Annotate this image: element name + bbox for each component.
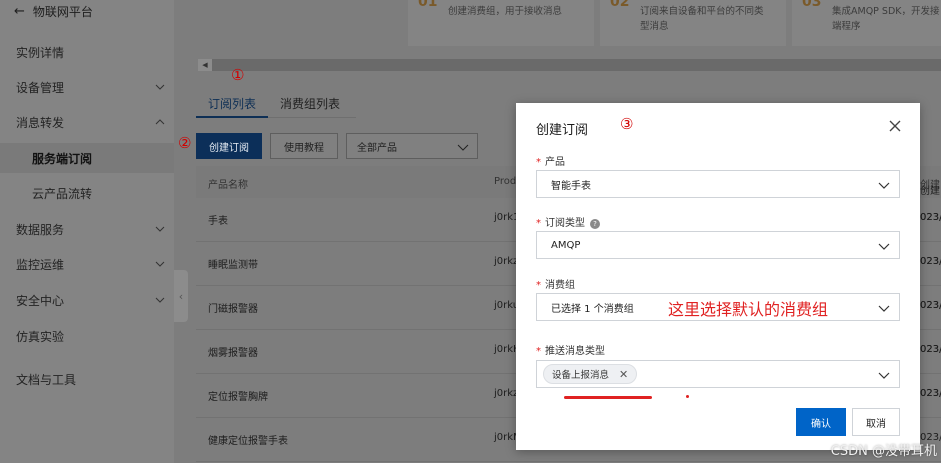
sidebar-item-label: 服务端订阅 — [32, 151, 93, 166]
step-card: 02 订阅来自设备和平台的不同类 型消息 — [600, 0, 786, 46]
chevron-down-icon — [878, 243, 890, 250]
close-icon[interactable] — [888, 119, 902, 133]
subscription-type-value: AMQP — [551, 239, 581, 251]
sidebar-item-label: 消息转发 — [16, 115, 65, 130]
sidebar-item-label: 实例详情 — [16, 45, 65, 60]
sidebar-item-label: 云产品流转 — [32, 186, 93, 201]
watermark: CSDN @没带耳机 — [830, 444, 937, 459]
chevron-down-icon — [457, 144, 469, 151]
tab-bar: 订阅列表 消费组列表 — [196, 92, 356, 118]
column-header-product-name: 产品名称 — [208, 180, 248, 191]
product-key: j0rkz — [494, 388, 519, 399]
table-edge-cell: 023/ — [920, 300, 941, 311]
table-edge-cell: 023/ — [920, 344, 941, 355]
step-card-number: 03 — [802, 0, 822, 10]
sidebar-item-label: 仿真实验 — [16, 329, 65, 344]
step-card: 01 创建消费组，用于接收消息 — [408, 0, 594, 46]
step-card-number: 02 — [610, 0, 630, 10]
product-name: 门磁报警器 — [208, 304, 258, 315]
annotation-step-3: ③ — [620, 115, 634, 133]
consumer-group-label: * 消费组 — [536, 280, 575, 291]
tag-remove-icon[interactable]: ✕ — [619, 368, 628, 381]
step-card: 03 集成AMQP SDK，开发接 端程序 — [792, 0, 941, 46]
arrow-left-icon: ← — [14, 3, 25, 19]
sidebar-item-instance[interactable]: 实例详情 — [0, 37, 174, 67]
selected-tag-label: 设备上报消息 — [552, 370, 610, 381]
annotation-step-2: ② — [178, 134, 192, 152]
sidebar-item-cloud-flow[interactable]: 云产品流转 — [0, 178, 174, 208]
push-message-type-select[interactable]: 设备上报消息 ✕ — [536, 360, 900, 388]
annotation-underline — [564, 396, 652, 399]
subscription-type-select[interactable]: AMQP — [536, 231, 900, 259]
sidebar-item-security[interactable]: 安全中心 — [0, 285, 174, 315]
push-message-type-label: * 推送消息类型 — [536, 346, 605, 357]
sidebar-item-docs-tools[interactable]: 文档与工具 — [0, 364, 174, 394]
tab-subscription-list[interactable]: 订阅列表 — [196, 92, 269, 118]
product-name: 睡眠监测带 — [208, 260, 258, 271]
product-filter-value: 全部产品 — [357, 142, 397, 154]
sidebar-item-data-service[interactable]: 数据服务 — [0, 214, 174, 244]
chevron-down-icon — [878, 305, 890, 312]
table-edge-cell: 023/ — [920, 212, 941, 223]
annotation-consumer-note: 这里选择默认的消费组 — [668, 300, 829, 319]
annotation-step-1: ① — [231, 66, 245, 84]
sidebar-item-label: 监控运维 — [16, 257, 65, 272]
sidebar-collapse-toggle[interactable]: ‹ — [174, 270, 188, 322]
step-card-text: 创建消费组，用于接收消息 — [448, 6, 563, 17]
sidebar-item-forwarding[interactable]: 消息转发 — [0, 107, 174, 137]
scroll-left-icon[interactable]: ◀ — [198, 59, 212, 71]
selected-tag: 设备上报消息 ✕ — [543, 364, 638, 384]
sidebar-item-label: 设备管理 — [16, 80, 65, 95]
table-edge-header: 创建 — [920, 186, 940, 197]
product-select-value: 智能手表 — [551, 180, 591, 192]
column-header-product-key: Prod — [494, 176, 517, 187]
product-name: 定位报警胸牌 — [208, 392, 268, 403]
product-name: 手表 — [208, 216, 228, 227]
table-edge-cell: 023/ — [920, 256, 941, 267]
subscription-type-label: * 订阅类型? — [536, 214, 600, 229]
product-filter-select[interactable]: 全部产品 — [346, 133, 478, 159]
tutorial-button[interactable]: 使用教程 — [270, 133, 338, 159]
help-icon[interactable]: ? — [590, 219, 600, 229]
create-subscription-button[interactable]: 创建订阅 — [196, 133, 262, 159]
tab-consumer-group-list[interactable]: 消费组列表 — [268, 92, 352, 118]
horizontal-scrollbar[interactable]: ◀ — [198, 59, 941, 71]
sidebar-item-monitoring[interactable]: 监控运维 — [0, 249, 174, 279]
product-name: 烟雾报警器 — [208, 348, 258, 359]
dialog-title: 创建订阅 — [536, 123, 589, 138]
chevron-left-icon: ‹ — [178, 289, 184, 303]
chevron-down-icon — [155, 261, 165, 267]
chevron-down-icon — [155, 226, 165, 232]
chevron-down-icon — [878, 372, 890, 379]
consumer-group-value: 已选择 1 个消费组 — [551, 303, 634, 315]
step-card-number: 01 — [418, 0, 438, 10]
step-card-text: 订阅来自设备和平台的不同类 型消息 — [640, 6, 764, 32]
sidebar-item-devices[interactable]: 设备管理 — [0, 72, 174, 102]
confirm-button[interactable]: 确认 — [796, 408, 846, 436]
product-name: 健康定位报警手表 — [208, 436, 288, 447]
table-edge-cell: 023/ — [920, 388, 941, 399]
sidebar-item-label: 数据服务 — [16, 222, 65, 237]
product-select[interactable]: 智能手表 — [536, 170, 900, 198]
sidebar-item-server-subscription[interactable]: 服务端订阅 — [0, 143, 174, 173]
back-link[interactable]: ← 物联网平台 — [14, 0, 93, 22]
chevron-up-icon — [155, 119, 165, 125]
sidebar-item-label: 文档与工具 — [16, 372, 77, 387]
chevron-down-icon — [155, 297, 165, 303]
product-label: * 产品 — [536, 157, 565, 168]
chevron-down-icon — [878, 182, 890, 189]
sidebar-item-simulation[interactable]: 仿真实验 — [0, 321, 174, 351]
product-key: j0rkz — [494, 256, 519, 267]
sidebar: ← 物联网平台 实例详情 设备管理 消息转发 服务端订阅 云产品流转 数据服务 … — [0, 0, 174, 463]
cancel-button[interactable]: 取消 — [852, 408, 900, 436]
step-card-text: 集成AMQP SDK，开发接 端程序 — [832, 6, 940, 32]
annotation-dot — [686, 395, 689, 398]
sidebar-item-label: 安全中心 — [16, 293, 65, 308]
chevron-down-icon — [155, 84, 165, 90]
back-link-label: 物联网平台 — [32, 4, 93, 19]
